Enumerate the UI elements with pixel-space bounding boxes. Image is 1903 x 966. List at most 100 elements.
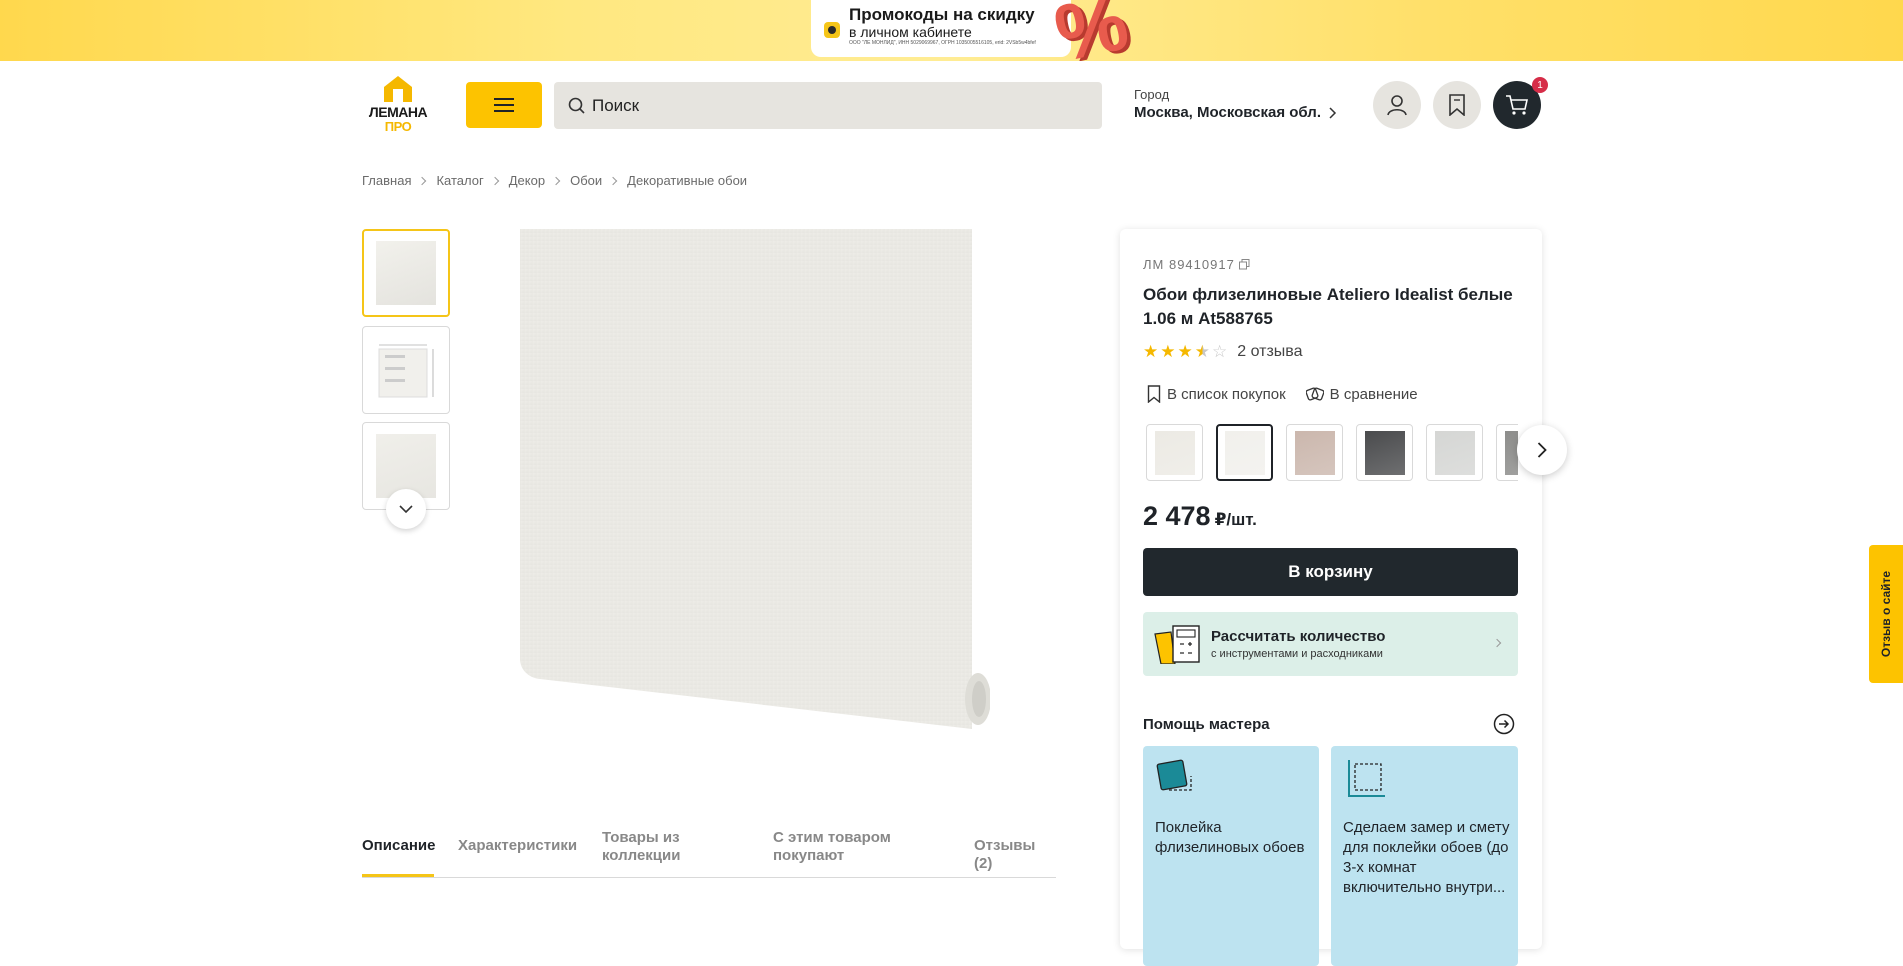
service-title: Поклейка флизелиновых обоев	[1155, 819, 1305, 856]
search-placeholder: Поиск	[592, 95, 640, 115]
catalog-menu-button[interactable]	[466, 82, 542, 128]
cart-count-badge: 1	[1532, 77, 1548, 93]
logo-text-bottom: ПРО	[384, 119, 412, 134]
tab-characteristics[interactable]: Характеристики	[458, 837, 577, 855]
city-label: Город	[1134, 87, 1170, 102]
chevron-right-icon	[1329, 107, 1337, 119]
city-selector[interactable]: Город Москва, Московская обл.	[1134, 87, 1337, 123]
product-tabs: Описание Характеристики Товары из коллек…	[362, 823, 1056, 878]
calculator-icon	[1154, 625, 1200, 664]
star-empty-icon: ☆	[1212, 342, 1228, 361]
calculate-quantity-button[interactable]: Рассчитать количество с инструментами и …	[1143, 612, 1518, 676]
tab-collection[interactable]: Товары из коллекции	[602, 829, 732, 865]
price-value: 2 478	[1143, 501, 1211, 531]
star-icon: ★	[1177, 342, 1193, 361]
swatch-image	[1364, 430, 1405, 475]
star-icon: ★	[1160, 342, 1176, 361]
add-to-list-label: В список покупок	[1167, 385, 1286, 403]
tab-description[interactable]: Описание	[362, 837, 435, 855]
promo-banner[interactable]: Промокоды на скидку в личном кабинете ОО…	[0, 0, 1903, 61]
wallpaper-service-icon	[1156, 759, 1192, 791]
sku-text: ЛМ 89410917	[1143, 257, 1235, 272]
breadcrumb-item[interactable]: Обои	[570, 173, 602, 188]
site-logo[interactable]: ЛЕМАНА ПРО	[362, 76, 434, 134]
breadcrumb: Главная Каталог Декор Обои Декоративные …	[362, 173, 747, 188]
chevron-right-icon	[608, 176, 618, 185]
star-icon: ★	[1143, 342, 1159, 361]
search-input[interactable]: Поиск	[554, 82, 1102, 129]
swatch-image	[1224, 430, 1265, 475]
swatch-image	[1434, 430, 1475, 475]
chevron-right-icon	[490, 176, 499, 185]
variant-swatch[interactable]	[1426, 424, 1483, 481]
arrow-circle-right-icon[interactable]	[1493, 713, 1515, 735]
hamburger-icon	[494, 98, 514, 112]
calc-subtitle: с инструментами и расходниками	[1211, 648, 1383, 660]
product-price: 2 478 ₽/шт.	[1143, 501, 1257, 532]
site-feedback-tab[interactable]: Отзыв о сайте	[1869, 545, 1903, 683]
star-half-icon: ★	[1194, 342, 1210, 361]
compare-button[interactable]: В сравнение	[1305, 385, 1418, 403]
chevron-right-icon	[551, 176, 561, 185]
chevron-down-icon	[399, 505, 413, 513]
product-thumbnail[interactable]	[362, 326, 450, 414]
breadcrumb-item[interactable]: Декоративные обои	[627, 173, 747, 188]
variant-swatch[interactable]	[1286, 424, 1343, 481]
color-variants	[1146, 422, 1518, 482]
tab-reviews[interactable]: Отзывы (2)	[974, 837, 1056, 873]
logo-house-icon	[384, 76, 412, 102]
service-title: Сделаем замер и смету для поклейки обоев…	[1343, 819, 1510, 896]
swatch-image	[1294, 430, 1335, 475]
tab-bought-together[interactable]: С этим товаром покупают	[773, 829, 903, 865]
promo-title: Промокоды на скидку	[849, 5, 1035, 24]
feedback-label: Отзыв о сайте	[1879, 570, 1894, 658]
product-thumbnail[interactable]	[362, 229, 450, 317]
variant-swatch[interactable]	[1496, 424, 1518, 481]
promo-subtitle: в личном кабинете	[849, 24, 972, 40]
bookmark-icon	[1147, 385, 1161, 403]
thumbnail-image	[376, 241, 436, 305]
price-unit: ₽/шт.	[1214, 510, 1257, 529]
city-value: Москва, Московская обл.	[1134, 104, 1321, 121]
logo-text-top: ЛЕМАНА	[368, 104, 428, 120]
search-icon	[568, 97, 585, 114]
active-tab-indicator	[362, 874, 434, 877]
add-to-cart-button[interactable]: В корзину	[1143, 548, 1518, 596]
calc-title: Рассчитать количество	[1211, 628, 1386, 645]
variants-next-button[interactable]	[1517, 425, 1567, 475]
variant-swatch[interactable]	[1146, 424, 1203, 481]
chevron-right-icon	[1492, 638, 1502, 648]
shopping-list-button[interactable]	[1433, 81, 1481, 129]
service-card[interactable]: Сделаем замер и смету для поклейки обоев…	[1331, 746, 1518, 966]
thumbnails-scroll-down-button[interactable]	[386, 489, 426, 529]
profile-button[interactable]	[1373, 81, 1421, 129]
product-title: Обои флизелиновые Ateliero Idealist белы…	[1143, 285, 1513, 328]
thumbnail-image	[371, 337, 441, 403]
chevron-right-icon	[418, 176, 427, 185]
promo-badge-icon	[824, 22, 840, 38]
product-info-panel: ЛМ 89410917 Обои флизелиновые Ateliero I…	[1120, 229, 1567, 966]
promo-card[interactable]: Промокоды на скидку в личном кабинете ОО…	[811, 0, 1071, 57]
cart-icon	[1506, 95, 1528, 115]
bookmark-list-icon	[1449, 94, 1465, 116]
promo-percent-graphic: %	[1047, 0, 1136, 61]
variant-swatch-selected[interactable]	[1216, 424, 1273, 481]
swatch-image	[1504, 430, 1518, 475]
master-help-title: Помощь мастера	[1143, 716, 1270, 733]
product-rating[interactable]: ★ ★ ★ ★ ☆ 2 отзыва	[1143, 343, 1303, 361]
chevron-right-icon	[1537, 442, 1547, 458]
product-sku: ЛМ 89410917	[1143, 257, 1250, 272]
copy-icon[interactable]	[1238, 259, 1250, 270]
breadcrumb-item[interactable]: Главная	[362, 173, 411, 188]
service-card[interactable]: Поклейка флизелиновых обоев	[1143, 746, 1319, 966]
product-main-image[interactable]	[520, 229, 990, 729]
compare-icon	[1305, 387, 1324, 401]
compare-label: В сравнение	[1329, 385, 1418, 403]
measure-service-icon	[1348, 760, 1385, 797]
user-icon	[1387, 95, 1407, 116]
reviews-link[interactable]: 2 отзыва	[1237, 343, 1302, 361]
variant-swatch[interactable]	[1356, 424, 1413, 481]
breadcrumb-item[interactable]: Декор	[509, 173, 545, 188]
add-to-list-button[interactable]: В список покупок	[1147, 385, 1286, 403]
breadcrumb-item[interactable]: Каталог	[436, 173, 483, 188]
